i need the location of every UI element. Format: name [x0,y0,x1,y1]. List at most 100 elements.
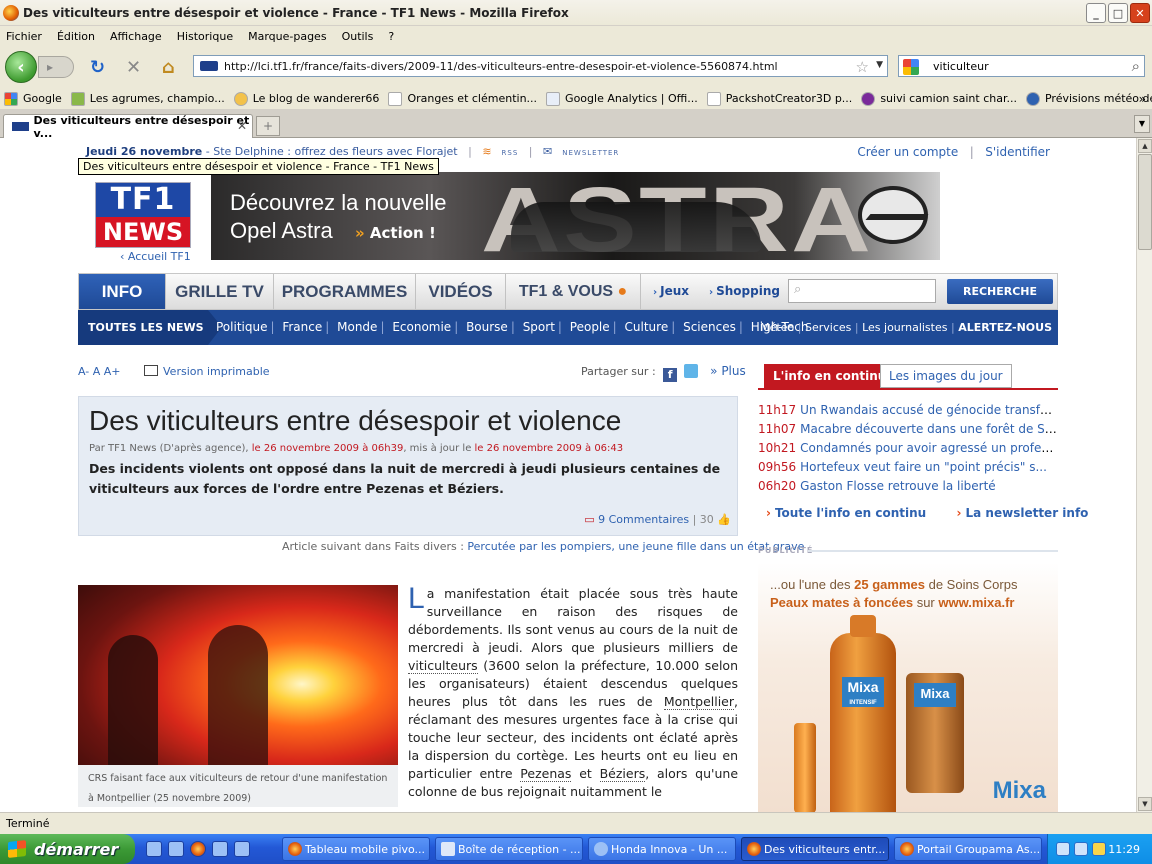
nav-programmes[interactable]: PROGRAMMES [274,274,416,309]
bookmark-star-icon[interactable]: ☆ [856,58,869,76]
list-item[interactable]: 11h17 Un Rwandais accusé de génocide tran… [758,401,1058,420]
bookmark-camion[interactable]: suivi camion saint char... [861,91,1017,106]
rss-link[interactable]: RSS [502,149,519,157]
cat-sport[interactable]: Sport [523,320,555,334]
back-button[interactable]: ‹ [5,51,37,83]
services-link[interactable]: Services [805,321,851,334]
cat-france[interactable]: France [282,320,322,334]
bookmark-oranges[interactable]: Oranges et clémentin... [388,91,537,106]
alertez-nous-link[interactable]: ALERTEZ-NOUS [958,321,1052,334]
taskbar-item[interactable]: Des viticulteurs entr... [741,837,889,861]
taskbar-item[interactable]: Boîte de réception - ... [435,837,583,861]
list-item[interactable]: 09h56 Hortefeux veut faire un "point préc… [758,458,1058,477]
taskbar-item[interactable]: Portail Groupama As... [894,837,1042,861]
search-icon[interactable]: ⌕ [1132,57,1140,75]
network-icon[interactable] [1074,842,1088,856]
news-search-button[interactable]: RECHERCHE NEWS [947,279,1053,323]
taskbar-item[interactable]: Tableau mobile pivo... [282,837,430,861]
forward-button[interactable]: ▸ [38,56,74,78]
quick-launch-icon[interactable] [212,841,228,857]
next-article-link[interactable]: Percutée par les pompiers, une jeune fil… [467,540,804,553]
menu-historique[interactable]: Historique [177,30,233,43]
bookmark-meteo[interactable]: Prévisions météo de M... [1025,91,1152,106]
all-news-link[interactable]: TOUTES LES NEWS [78,310,222,345]
tf1-news-logo[interactable]: TF1 NEWS [95,182,191,248]
twitter-icon[interactable] [683,364,698,378]
facebook-icon[interactable]: f [663,368,678,382]
menu-outils[interactable]: Outils [342,30,374,43]
journalistes-link[interactable]: Les journalistes [862,321,947,334]
nav-jeux[interactable]: › Jeux [653,274,689,309]
bookmark-packshot[interactable]: PackshotCreator3D p... [706,91,852,106]
list-item[interactable]: 06h20 Gaston Flosse retrouve la liberté [758,477,1058,496]
thumbs-up-icon[interactable]: 👍 [717,513,731,526]
cat-politique[interactable]: Politique [216,320,267,334]
list-item[interactable]: 11h07 Macabre découverte dans une forêt d… [758,420,1058,439]
nav-videos[interactable]: VIDÉOS [416,274,506,309]
newsletter-link[interactable]: NEWSLETTER [562,149,619,157]
cat-bourse[interactable]: Bourse [466,320,508,334]
stop-icon[interactable]: ✕ [126,57,141,78]
home-icon[interactable]: ⌂ [162,57,175,78]
new-tab-button[interactable]: + [256,116,280,136]
close-button[interactable]: ✕ [1130,3,1150,23]
menu-fichier[interactable]: Fichier [6,30,42,43]
cat-culture[interactable]: Culture [625,320,669,334]
maximize-button[interactable]: □ [1108,3,1128,23]
tab-list-button[interactable]: ▼ [1134,115,1150,133]
nav-grille-tv[interactable]: GRILLE TV [166,274,274,309]
menu-aide[interactable]: ? [388,30,394,43]
link-montpellier[interactable]: Montpellier [663,694,735,710]
firefox-icon[interactable] [190,841,206,857]
search-input[interactable]: viticulteur ⌕ [898,55,1145,77]
google-icon[interactable] [903,59,919,75]
login-link[interactable]: S'identifier [985,145,1050,159]
tab-close-icon[interactable]: ✕ [237,119,247,133]
scroll-down-icon[interactable]: ▼ [1138,797,1152,811]
comments-link[interactable]: 9 Commentaires [598,513,689,526]
cat-economie[interactable]: Economie [392,320,451,334]
font-size-controls[interactable]: A- A A+ [78,365,121,378]
link-viticulteurs[interactable]: viticulteurs [408,658,478,674]
share-more-link[interactable]: » Plus [710,364,746,378]
bookmark-google[interactable]: Google [4,91,62,106]
start-button[interactable]: démarrer [0,834,135,864]
tray-icon[interactable] [1056,842,1070,856]
nav-shopping[interactable]: › Shopping [709,274,780,309]
bookmark-agrumes[interactable]: Les agrumes, champio... [70,91,225,106]
newsletter-info-link[interactable]: › La newsletter info [957,506,1089,520]
cat-monde[interactable]: Monde [337,320,377,334]
tab-images-jour[interactable]: Les images du jour [880,364,1012,388]
chevron-more-icon[interactable]: » [1139,92,1146,106]
bookmark-analytics[interactable]: Google Analytics | Offi... [546,91,698,106]
tab-article[interactable]: Des viticulteurs entre désespoir et v...… [3,114,253,140]
quick-launch-icon[interactable] [234,841,250,857]
url-bar[interactable]: http://lci.tf1.fr/france/faits-divers/20… [193,55,888,77]
scroll-thumb[interactable] [1138,154,1152,250]
cat-sciences[interactable]: Sciences [683,320,736,334]
link-beziers[interactable]: Béziers [599,766,646,782]
taskbar-item[interactable]: Honda Innova - Un ... [588,837,736,861]
all-news-continu-link[interactable]: › Toute l'info en continu [766,506,926,520]
meteo-link[interactable]: Météo [760,321,794,334]
list-item[interactable]: 10h21 Condamnés pour avoir agressé un pro… [758,439,1058,458]
nav-tf1-vous[interactable]: TF1 & VOUS ● [506,274,641,309]
ad-banner[interactable]: ASTRA Découvrez la nouvelle Opel Astra »… [211,172,940,260]
news-search-input[interactable]: ⌕ [788,279,936,303]
print-link[interactable]: Version imprimable [144,365,270,378]
cat-people[interactable]: People [570,320,610,334]
menu-edition[interactable]: Édition [57,30,95,43]
menu-affichage[interactable]: Affichage [110,30,162,43]
bookmark-blog[interactable]: Le blog de wanderer66 [233,91,379,106]
saint-link[interactable]: - Ste Delphine : offrez des fleurs avec … [202,145,458,158]
minimize-button[interactable]: _ [1086,3,1106,23]
nav-info[interactable]: INFO [79,274,166,309]
accueil-link[interactable]: ‹ Accueil TF1 [120,250,191,263]
create-account-link[interactable]: Créer un compte [857,145,958,159]
tab-info-continu[interactable]: L'info en continu [764,364,896,388]
alert-icon[interactable] [1092,842,1106,856]
quick-launch-icon[interactable] [168,841,184,857]
vertical-scrollbar[interactable]: ▲ ▼ [1136,138,1152,812]
scroll-up-icon[interactable]: ▲ [1138,139,1152,153]
reload-icon[interactable]: ↻ [90,57,105,78]
